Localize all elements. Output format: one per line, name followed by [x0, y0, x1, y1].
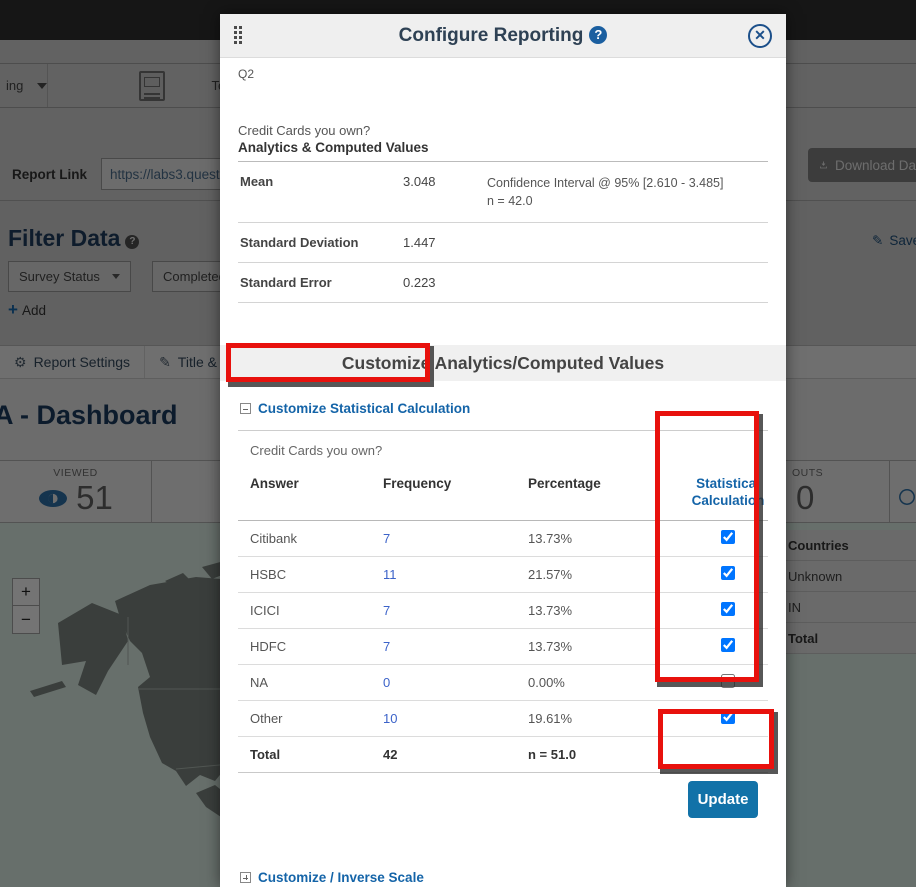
collapsed-sections: Customize / Inverse Scale Custom Scoring… [238, 870, 768, 887]
frequency-link[interactable]: 0 [383, 675, 390, 690]
percentage-cell: 13.73% [528, 603, 680, 618]
answer-cell: Other [250, 711, 383, 726]
stat-calc-checkbox[interactable] [721, 638, 735, 652]
total-label: Total [250, 747, 383, 762]
question-code: Q2 [238, 58, 768, 81]
total-n: n = 51.0 [528, 747, 680, 762]
customize-question-text: Credit Cards you own? [250, 443, 768, 458]
modal-title: Configure Reporting? [220, 25, 786, 47]
analytics-label: Standard Error [240, 275, 403, 290]
configure-reporting-modal: Configure Reporting? ✕ Q2 Credit Cards y… [220, 14, 786, 887]
close-icon[interactable]: ✕ [748, 24, 772, 48]
table-row: NA 0 0.00% [238, 665, 768, 701]
divider [238, 430, 768, 431]
percentage-cell: 0.00% [528, 675, 680, 690]
col-header-stat-calc: Statistical Calculation [680, 476, 776, 510]
frequency-link[interactable]: 7 [383, 603, 390, 618]
answer-cell: HSBC [250, 567, 383, 582]
update-row: Update [238, 773, 768, 818]
col-header-frequency: Frequency [383, 476, 528, 510]
analytics-value: 3.048 [403, 174, 487, 210]
table-row: HDFC 7 13.73% [238, 629, 768, 665]
collapse-minus-icon [240, 403, 251, 414]
answer-cell: HDFC [250, 639, 383, 654]
table-row: ICICI 7 13.73% [238, 593, 768, 629]
stat-calc-checkbox[interactable] [721, 674, 735, 688]
screen: ing Text / Media Report Link https://lab… [0, 0, 916, 887]
analytics-row-mean: Mean 3.048 Confidence Interval @ 95% [2.… [238, 162, 768, 223]
answers-header-row: Answer Frequency Percentage Statistical … [238, 472, 768, 521]
analytics-value: 1.447 [403, 235, 487, 250]
frequency-link[interactable]: 7 [383, 639, 390, 654]
section-label: Customize Statistical Calculation [258, 401, 470, 416]
table-row: HSBC 11 21.57% [238, 557, 768, 593]
percentage-cell: 13.73% [528, 531, 680, 546]
analytics-row-stddev: Standard Deviation 1.447 [238, 223, 768, 263]
percentage-cell: 13.73% [528, 639, 680, 654]
col-header-answer: Answer [250, 476, 383, 510]
table-row: Citibank 7 13.73% [238, 521, 768, 557]
stat-calc-checkbox[interactable] [721, 530, 735, 544]
frequency-link[interactable]: 10 [383, 711, 397, 726]
answers-table: Answer Frequency Percentage Statistical … [238, 472, 768, 773]
analytics-value: 0.223 [403, 275, 487, 290]
answer-cell: NA [250, 675, 383, 690]
help-icon[interactable]: ? [589, 26, 607, 44]
analytics-note: Confidence Interval @ 95% [2.610 - 3.485… [487, 174, 723, 210]
stat-calc-checkbox[interactable] [721, 602, 735, 616]
analytics-row-stderr: Standard Error 0.223 [238, 263, 768, 303]
frequency-link[interactable]: 7 [383, 531, 390, 546]
stat-calc-checkbox[interactable] [721, 566, 735, 580]
modal-body: Q2 Credit Cards you own? Analytics & Com… [220, 58, 786, 887]
modal-header: Configure Reporting? ✕ [220, 14, 786, 58]
expand-plus-icon [240, 872, 251, 883]
section-customize-inverse-scale[interactable]: Customize / Inverse Scale [240, 870, 768, 885]
customize-band-title: Customize Analytics/Computed Values [220, 345, 786, 381]
table-row-total: Total 42 n = 51.0 [238, 737, 768, 773]
section-label: Customize / Inverse Scale [258, 870, 424, 885]
analytics-header: Analytics & Computed Values [238, 140, 768, 162]
total-frequency: 42 [383, 747, 528, 762]
analytics-label: Standard Deviation [240, 235, 403, 250]
answer-cell: Citibank [250, 531, 383, 546]
percentage-cell: 21.57% [528, 567, 680, 582]
answer-cell: ICICI [250, 603, 383, 618]
analytics-label: Mean [240, 174, 403, 210]
col-header-percentage: Percentage [528, 476, 680, 510]
update-button[interactable]: Update [688, 781, 758, 818]
table-row: Other 10 19.61% [238, 701, 768, 737]
percentage-cell: 19.61% [528, 711, 680, 726]
section-customize-statistical-calculation[interactable]: Customize Statistical Calculation [238, 401, 768, 416]
frequency-link[interactable]: 11 [383, 567, 397, 582]
stat-calc-checkbox[interactable] [721, 710, 735, 724]
question-text: Credit Cards you own? [238, 123, 768, 138]
